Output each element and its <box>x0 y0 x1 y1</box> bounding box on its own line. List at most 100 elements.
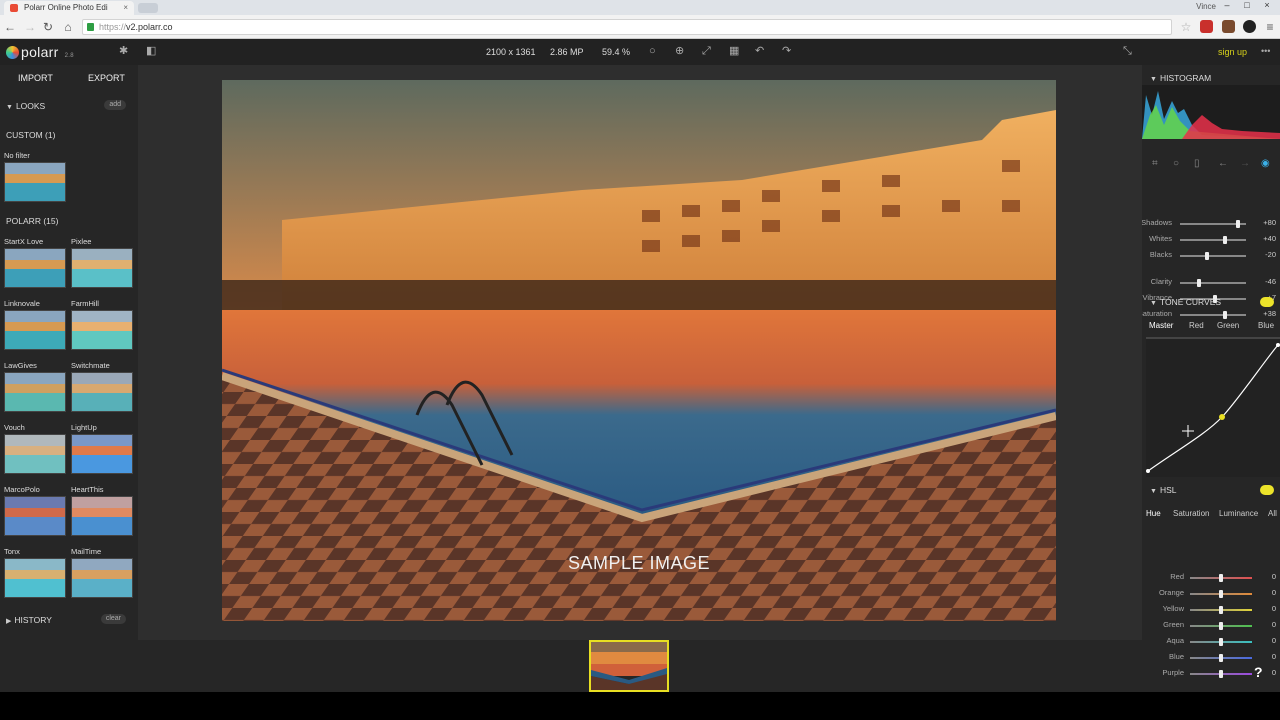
hsl-slider-knob[interactable] <box>1219 622 1223 630</box>
slider-track[interactable] <box>1180 255 1246 257</box>
slider-label: Shadows <box>1142 218 1172 227</box>
slider-row[interactable]: Whites +40 <box>1142 233 1280 247</box>
slider-track[interactable] <box>1180 239 1246 241</box>
look-item[interactable]: LightUp <box>71 423 133 481</box>
hsl-slider-row[interactable]: Blue 0 <box>1142 651 1280 665</box>
look-item[interactable]: Pixlee <box>71 237 133 295</box>
signup-link[interactable]: sign up <box>1218 47 1247 57</box>
gradient-mask-icon[interactable]: ▯ <box>1194 158 1200 169</box>
minimize-icon[interactable]: – <box>1218 0 1236 13</box>
slider-knob[interactable] <box>1204 252 1209 260</box>
look-item[interactable]: Linknovale <box>4 299 66 357</box>
help-icon[interactable]: ? <box>1254 664 1263 680</box>
tab-blue[interactable]: Blue <box>1258 321 1274 330</box>
tab-hue[interactable]: Hue <box>1146 509 1161 518</box>
hsl-header[interactable]: ▼ HSL <box>1150 485 1176 495</box>
fullscreen-icon[interactable]: ⤡ <box>1123 45 1132 58</box>
forward-icon[interactable]: → <box>22 20 38 34</box>
back-icon[interactable]: ← <box>2 20 18 34</box>
hsl-slider-knob[interactable] <box>1219 638 1223 646</box>
hsl-slider-row[interactable]: Aqua 0 <box>1142 635 1280 649</box>
tab-red[interactable]: Red <box>1189 321 1204 330</box>
toggle-panel-icon[interactable]: ◧ <box>146 45 156 58</box>
look-item[interactable]: Vouch <box>4 423 66 481</box>
import-button[interactable]: IMPORT <box>18 73 53 83</box>
clear-history-button[interactable]: clear <box>100 614 126 624</box>
hsl-slider-row[interactable]: Yellow 0 <box>1142 603 1280 617</box>
hsl-slider-knob[interactable] <box>1219 670 1223 678</box>
slider-row[interactable]: Clarity -46 <box>1142 276 1280 290</box>
look-item[interactable]: LawGives <box>4 361 66 419</box>
histogram-header[interactable]: ▼ HISTOGRAM <box>1150 73 1211 83</box>
slider-row[interactable]: Blacks -20 <box>1142 249 1280 263</box>
fit-screen-icon[interactable]: ⤢ <box>702 45 711 58</box>
look-label: Linknovale <box>4 299 40 308</box>
home-icon[interactable]: ⌂ <box>60 20 76 34</box>
back-arrow-icon[interactable]: ← <box>1218 158 1228 169</box>
look-item[interactable]: Tonx <box>4 547 66 605</box>
browser-tab[interactable]: Polarr Online Photo Edi × <box>4 1 134 15</box>
hsl-slider-knob[interactable] <box>1219 590 1223 598</box>
slider-track[interactable] <box>1180 314 1246 316</box>
extension-icon[interactable] <box>1243 20 1256 33</box>
look-item[interactable]: MarcoPolo <box>4 485 66 543</box>
redo-icon[interactable]: ↷ <box>782 45 791 58</box>
photo-canvas[interactable]: SAMPLE IMAGE <box>138 65 1142 640</box>
look-item[interactable]: HeartThis <box>71 485 133 543</box>
extension-icon[interactable] <box>1222 20 1235 33</box>
extension-icon[interactable] <box>1200 20 1213 33</box>
url-field[interactable]: https://v2.polarr.co <box>82 19 1172 35</box>
photo-preview[interactable]: SAMPLE IMAGE <box>222 80 1056 621</box>
browser-menu-icon[interactable]: ≡ <box>1262 20 1278 34</box>
tab-close-icon[interactable]: × <box>123 3 128 12</box>
tab-all[interactable]: All <box>1268 509 1277 518</box>
slider-knob[interactable] <box>1196 279 1201 287</box>
slider-knob[interactable] <box>1222 311 1227 319</box>
maximize-icon[interactable]: □ <box>1238 0 1256 13</box>
tone-curves-toggle[interactable] <box>1260 297 1274 307</box>
slider-knob[interactable] <box>1223 236 1228 244</box>
radial-mask-icon[interactable]: ○ <box>1173 158 1179 169</box>
add-look-button[interactable]: add <box>104 100 126 110</box>
crop-icon[interactable]: ⌗ <box>1152 158 1158 169</box>
slider-row[interactable]: Saturation +38 <box>1142 308 1280 322</box>
bookmark-star-icon[interactable]: ☆ <box>1178 20 1194 34</box>
look-item[interactable]: Switchmate <box>71 361 133 419</box>
look-item[interactable]: StartX Love <box>4 237 66 295</box>
zoom-out-icon[interactable]: ○ <box>649 45 656 58</box>
hsl-slider-knob[interactable] <box>1219 654 1223 662</box>
tab-green[interactable]: Green <box>1217 321 1239 330</box>
tab-saturation[interactable]: Saturation <box>1173 509 1209 518</box>
slider-row[interactable]: Shadows +80 <box>1142 217 1280 231</box>
new-tab-button[interactable] <box>138 3 158 13</box>
look-item[interactable]: FarmHill <box>71 299 133 357</box>
undo-icon[interactable]: ↶ <box>755 45 764 58</box>
export-button[interactable]: EXPORT <box>88 73 125 83</box>
hsl-toggle[interactable] <box>1260 485 1274 495</box>
settings-gear-icon[interactable]: ✱ <box>119 45 128 58</box>
forward-arrow-icon[interactable]: → <box>1240 158 1250 169</box>
slider-knob[interactable] <box>1235 220 1240 228</box>
hsl-slider-row[interactable]: Orange 0 <box>1142 587 1280 601</box>
slider-track[interactable] <box>1180 282 1246 284</box>
look-item[interactable]: No filter <box>4 151 66 209</box>
browser-user-name[interactable]: Vince <box>1196 2 1216 11</box>
filmstrip-thumbnail[interactable] <box>589 640 669 692</box>
tab-luminance[interactable]: Luminance <box>1219 509 1258 518</box>
tab-master[interactable]: Master <box>1149 321 1173 330</box>
hsl-slider-knob[interactable] <box>1219 574 1223 582</box>
preview-eye-icon[interactable]: ◉ <box>1261 158 1270 169</box>
zoom-in-icon[interactable]: ⊕ <box>675 45 684 58</box>
look-thumbnail <box>71 496 133 536</box>
hsl-slider-knob[interactable] <box>1219 606 1223 614</box>
look-label: LightUp <box>71 423 97 432</box>
hsl-slider-row[interactable]: Green 0 <box>1142 619 1280 633</box>
look-item[interactable]: MailTime <box>71 547 133 605</box>
tone-curves-header[interactable]: ▼ TONE CURVES <box>1150 297 1221 307</box>
compare-icon[interactable]: ▦ <box>729 45 739 58</box>
close-window-icon[interactable]: × <box>1258 0 1276 13</box>
reload-icon[interactable]: ↻ <box>40 20 56 34</box>
hsl-slider-row[interactable]: Red 0 <box>1142 571 1280 585</box>
more-menu-icon[interactable]: ••• <box>1261 45 1270 58</box>
tone-curve-graph[interactable] <box>1146 337 1280 477</box>
